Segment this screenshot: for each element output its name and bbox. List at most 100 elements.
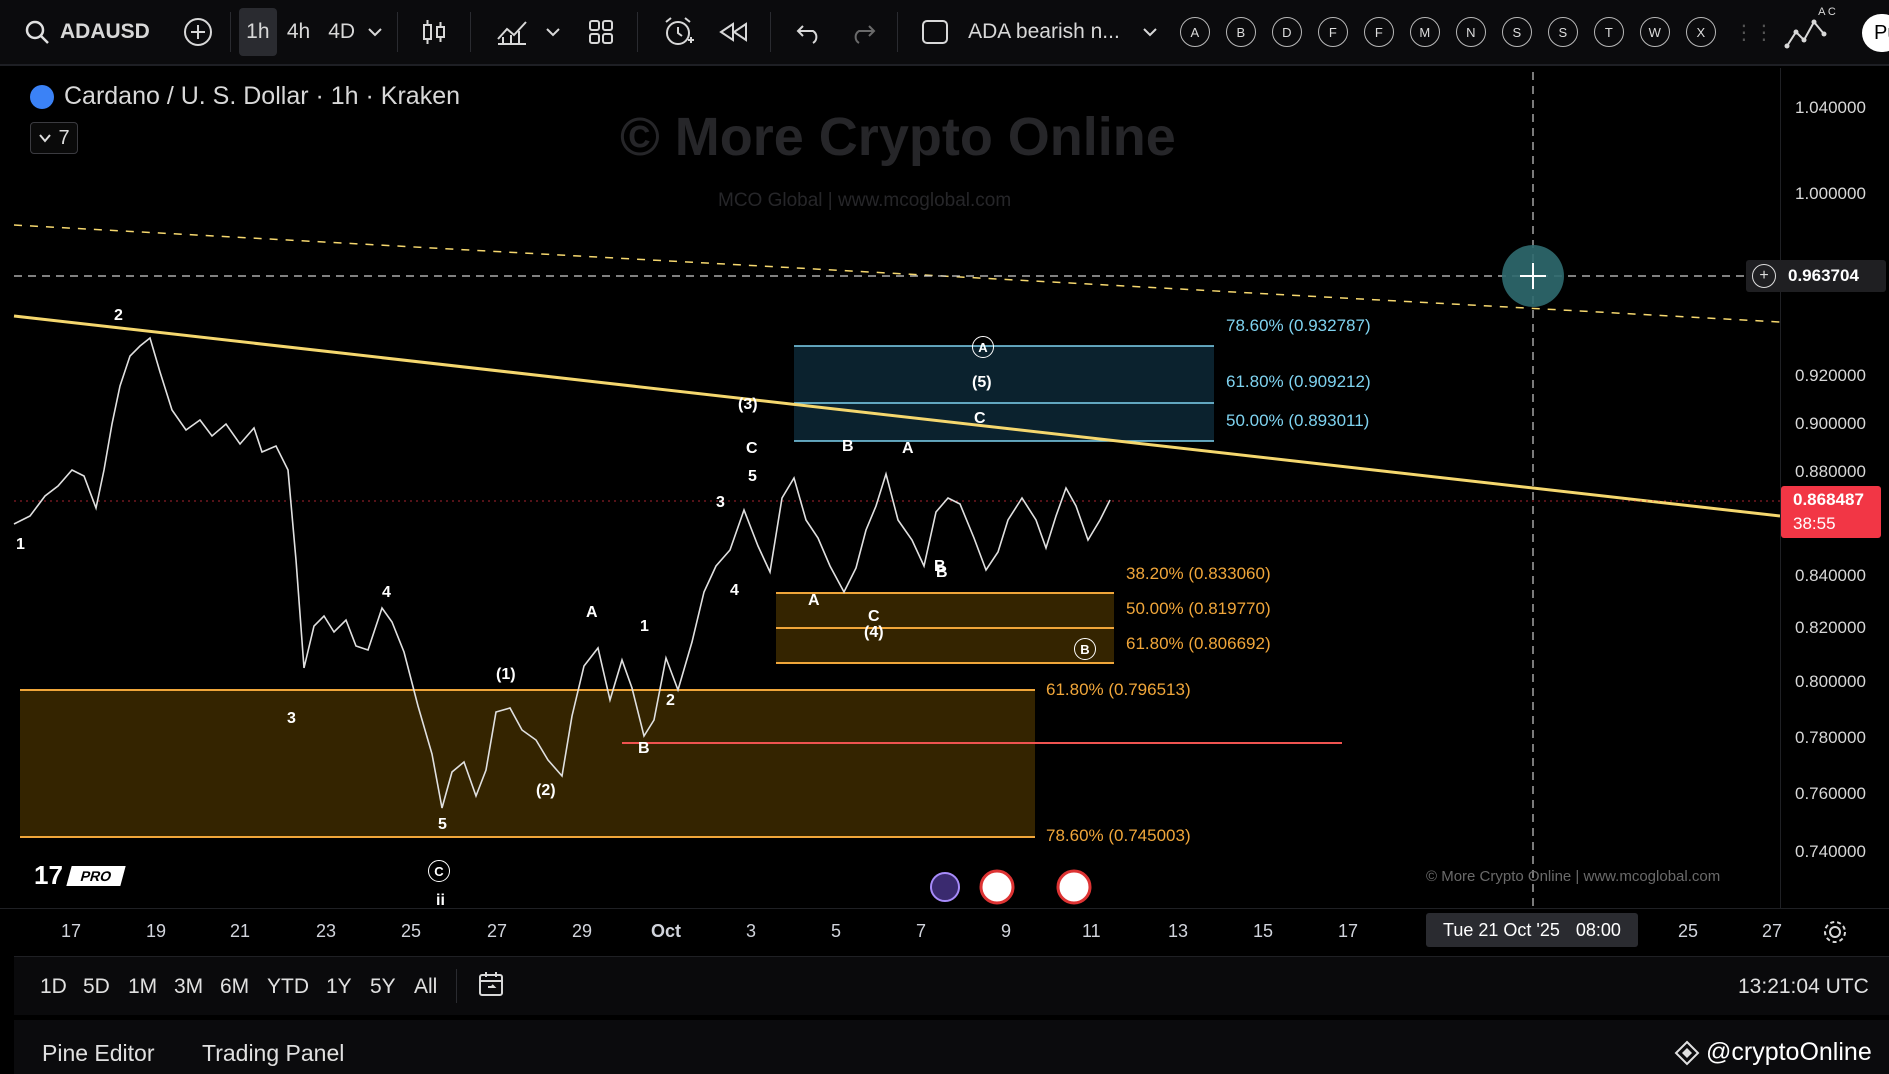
letter-tool[interactable]: D [1271, 17, 1302, 47]
wave-label: B [638, 740, 650, 757]
time-tick: 29 [572, 921, 593, 941]
collapse-indicators-button[interactable]: 7 [30, 122, 78, 154]
tab-trading-panel[interactable]: Trading Panel [202, 1040, 344, 1067]
bar-countdown: 38:55 [1793, 514, 1836, 533]
toolbar-divider [229, 12, 231, 52]
wave-label: A [808, 592, 820, 609]
replay-button[interactable] [718, 8, 750, 56]
compare-add-button[interactable] [182, 8, 214, 56]
drag-handle[interactable]: ⋮⋮ [1734, 8, 1774, 56]
range-5y[interactable]: 5Y [370, 975, 396, 999]
range-1m[interactable]: 1M [128, 975, 157, 999]
watermark-main: © More Crypto Online [620, 107, 1176, 167]
time-tick: 7 [916, 921, 927, 941]
goto-date-button[interactable] [476, 969, 508, 1006]
layout-dropdown[interactable] [1142, 8, 1158, 56]
letter-tool[interactable]: F [1317, 17, 1348, 47]
wave-label: (5) [972, 374, 992, 391]
symbol-search[interactable]: ADAUSD [24, 8, 150, 56]
redo-icon [854, 25, 876, 44]
time-axis[interactable]: 17 19 21 23 25 27 29 Oct 3 5 7 9 11 13 1… [0, 908, 1889, 957]
wave-label: 4 [730, 582, 739, 599]
range-5d[interactable]: 5D [83, 975, 110, 999]
letter-tool[interactable]: S [1501, 17, 1532, 47]
toolbar-divider [456, 969, 457, 1003]
chevron-down-icon [39, 134, 52, 143]
wave-label: 3 [287, 710, 296, 727]
utc-clock[interactable]: 13:21:04 UTC [1738, 975, 1869, 999]
chart-settings-button[interactable] [1822, 919, 1848, 950]
undo-icon [796, 25, 818, 44]
interval-4d[interactable]: 4D [328, 8, 355, 56]
interval-dropdown[interactable] [367, 8, 383, 56]
letter-tool[interactable]: A [1179, 17, 1210, 47]
date-range-bar: 1D 5D 1M 3M 6M YTD 1Y 5Y All 13:21:04 UT… [14, 956, 1889, 1015]
drawing-letter-toolbar: A B D F F M N S S T W X [1172, 17, 1724, 47]
letter-tool[interactable]: N [1455, 17, 1486, 47]
price-tick: 0.920000 [1795, 366, 1866, 385]
undo-button[interactable] [795, 8, 823, 56]
chart-canvas[interactable]: © More Crypto Online MCO Global | www.mc… [0, 68, 1889, 912]
interval-1h[interactable]: 1h [238, 8, 277, 56]
bottom-panel-tabs: Pine Editor Trading Panel @cryptoOnline [14, 1020, 1889, 1074]
wave-label: 4 [382, 584, 391, 601]
chart-type-button[interactable] [420, 8, 448, 56]
symbol-label: ADAUSD [60, 20, 150, 43]
wave-label: (2) [536, 782, 556, 799]
fib-label-lower: 61.80% (0.796513) [1046, 680, 1191, 699]
wave-tool-button[interactable]: A C [1784, 6, 1836, 56]
time-tick: 15 [1253, 921, 1274, 941]
time-tick: 21 [230, 921, 251, 941]
wave-label: (4) [864, 624, 884, 641]
last-price-badge: 0.868487 38:55 [1781, 486, 1881, 538]
letter-tool[interactable]: S [1547, 17, 1578, 47]
publish-button[interactable]: Pu [1862, 14, 1889, 52]
range-3m[interactable]: 3M [174, 975, 203, 999]
letter-tool[interactable]: F [1363, 17, 1394, 47]
price-tick: 0.840000 [1795, 566, 1866, 585]
chevron-down-icon [1143, 28, 1157, 37]
layout-grid-button[interactable] [587, 8, 615, 56]
last-price-value: 0.868487 [1793, 490, 1864, 509]
toolbar-divider [470, 12, 472, 52]
indicator-count: 7 [58, 126, 70, 149]
price-tick: 0.880000 [1795, 462, 1866, 481]
letter-tool[interactable]: T [1593, 17, 1624, 47]
tab-pine-editor[interactable]: Pine Editor [42, 1040, 155, 1067]
candles-icon [423, 20, 446, 44]
alert-button[interactable] [662, 8, 696, 56]
wave-label: 1 [640, 618, 649, 635]
letter-tool[interactable]: X [1685, 17, 1716, 47]
price-tick: 0.820000 [1795, 618, 1866, 637]
add-alert-plus-icon[interactable]: + [1752, 264, 1776, 288]
letter-tool[interactable]: W [1639, 17, 1670, 47]
redo-button[interactable] [849, 8, 877, 56]
brand-watermark: @cryptoOnline [1674, 1038, 1872, 1067]
range-6m[interactable]: 6M [220, 975, 249, 999]
toolbar-divider [897, 12, 899, 52]
crosshair-date: Tue 21 Oct '25 [1443, 919, 1560, 940]
range-all[interactable]: All [414, 975, 437, 999]
fib-label-middle: 50.00% (0.819770) [1126, 599, 1271, 618]
letter-tool[interactable]: M [1409, 17, 1440, 47]
binance-logo-icon [1674, 1040, 1700, 1065]
range-1y[interactable]: 1Y [326, 975, 352, 999]
interval-4h[interactable]: 4h [287, 8, 310, 56]
indicators-icon [497, 21, 527, 45]
range-1d[interactable]: 1D [40, 975, 67, 999]
indicators-button[interactable] [495, 8, 529, 56]
range-ytd[interactable]: YTD [267, 975, 309, 999]
watermark-footer: © More Crypto Online | www.mcoglobal.com [1426, 868, 1721, 885]
time-tick: 13 [1168, 921, 1189, 941]
letter-tool[interactable]: B [1225, 17, 1256, 47]
wave-pattern-icon [1784, 19, 1827, 49]
circled-wave-label: C [428, 860, 450, 882]
indicators-dropdown[interactable] [545, 8, 561, 56]
wave-label: (1) [496, 666, 516, 683]
lower-fib-zone [20, 690, 1035, 838]
price-axis[interactable]: 1.040000 1.000000 0.920000 0.900000 0.88… [1780, 68, 1889, 908]
layout-name-button[interactable]: ADA bearish n... [920, 8, 1120, 56]
price-tick: 0.780000 [1795, 728, 1866, 747]
cardano-logo-icon [30, 84, 54, 109]
time-tick: 17 [1338, 921, 1359, 941]
